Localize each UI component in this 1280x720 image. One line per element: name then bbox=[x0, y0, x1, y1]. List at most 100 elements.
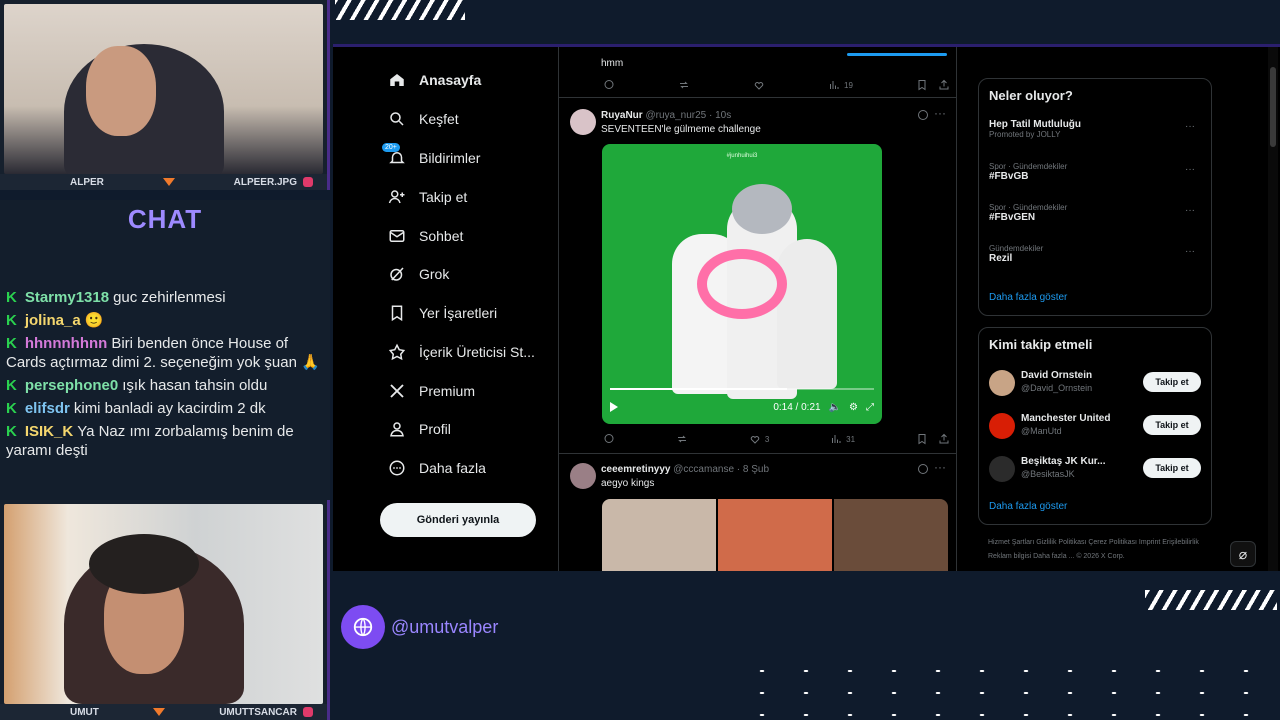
chart-icon bbox=[830, 81, 839, 89]
webcam-top-video bbox=[4, 4, 323, 179]
nav-label: Yer İşaretleri bbox=[419, 305, 498, 321]
more-icon[interactable]: ··· bbox=[1185, 164, 1195, 175]
repost-button[interactable] bbox=[676, 433, 688, 445]
views-button[interactable]: 19 bbox=[828, 79, 853, 91]
x-sidebar-nav: Anasayfa Keşfet 20+ Bildirimler Takip et Sohb… bbox=[333, 47, 558, 571]
tweet-author-handle[interactable]: @cccamanse · 8 Şub bbox=[673, 464, 769, 475]
nav-item-premium[interactable]: Premium bbox=[388, 382, 475, 400]
nav-label: Takip et bbox=[419, 189, 468, 205]
tweet-author-name[interactable]: ceeemretinyyy bbox=[601, 464, 671, 475]
timeline: hmm 19 RuyaNur @ruya_nur25 · 10s ··· SEV… bbox=[558, 47, 957, 571]
trend-item[interactable]: Spor · Gündemdekiler #FBvGEN ··· bbox=[989, 203, 1201, 223]
like-button[interactable] bbox=[753, 79, 765, 91]
share-icon[interactable] bbox=[938, 79, 950, 91]
trend-item[interactable]: Spor · Gündemdekiler #FBvGB ··· bbox=[989, 162, 1201, 182]
fullscreen-icon[interactable]: ⤢ bbox=[866, 402, 874, 413]
follow-button[interactable]: Takip et bbox=[1143, 458, 1201, 478]
more-icon[interactable]: ··· bbox=[1185, 205, 1195, 216]
grok-floating-icon[interactable]: ⌀ bbox=[1230, 541, 1256, 567]
chat-username: elifsdr bbox=[24, 400, 70, 417]
tweet-image[interactable] bbox=[834, 499, 948, 571]
follow-handle: @David_Ornstein bbox=[1021, 383, 1093, 393]
scrollbar-thumb[interactable] bbox=[1270, 67, 1276, 147]
views-button[interactable]: 31 bbox=[830, 433, 855, 445]
webcam-bottom-social: UMUTTSANCAR bbox=[219, 706, 297, 718]
video-time: 0:14 / 0:21 bbox=[773, 401, 821, 413]
nav-label: Sohbet bbox=[419, 228, 464, 244]
footer-links[interactable]: Hizmet Şartları Gizlilik Politikası Çere… bbox=[988, 536, 1212, 564]
grok-icon[interactable] bbox=[918, 110, 928, 120]
nav-item-i-erik-reticisi-st-[interactable]: İçerik Üreticisi St... bbox=[388, 343, 535, 361]
nav-item-grok[interactable]: Grok bbox=[388, 265, 449, 283]
follow-name[interactable]: Manchester United bbox=[1021, 413, 1110, 424]
nav-item-takip-et[interactable]: Takip et bbox=[388, 188, 467, 206]
bookmark-share bbox=[916, 79, 950, 91]
more-icon[interactable]: ··· bbox=[934, 106, 946, 120]
scrollbar[interactable] bbox=[1268, 47, 1278, 571]
follow-name[interactable]: Beşiktaş JK Kur... bbox=[1021, 456, 1105, 467]
nav-item-bildirimler[interactable]: 20+ Bildirimler bbox=[382, 143, 481, 167]
webcam-bottom-name: UMUT bbox=[70, 706, 99, 718]
tweet-image[interactable] bbox=[602, 499, 716, 571]
chat-username: jolina_a bbox=[24, 312, 81, 329]
bookmark-icon[interactable] bbox=[916, 433, 928, 445]
follow-title: Kimi takip etmeli bbox=[989, 337, 1093, 352]
profile-icon bbox=[388, 420, 406, 438]
reply-button[interactable] bbox=[603, 79, 615, 91]
x-browser-window: Anasayfa Keşfet 20+ Bildirimler Takip et Sohb… bbox=[333, 44, 1280, 571]
chat-text: 🙂 bbox=[84, 312, 104, 329]
creator-icon bbox=[388, 343, 406, 361]
more-icon[interactable]: ··· bbox=[1185, 121, 1195, 132]
follow-button[interactable]: Takip et bbox=[1143, 415, 1201, 435]
triangle-icon bbox=[162, 178, 175, 186]
nav-label: Bildirimler bbox=[419, 150, 481, 166]
nav-item-sohbet[interactable]: Sohbet bbox=[388, 227, 463, 245]
nav-item-profil[interactable]: Profil bbox=[388, 420, 451, 438]
nav-item-ke-fet[interactable]: Keşfet bbox=[388, 110, 459, 128]
nav-item-daha-fazla[interactable]: Daha fazla bbox=[388, 459, 486, 477]
repost-button[interactable] bbox=[678, 79, 690, 91]
more-icon[interactable]: ··· bbox=[934, 460, 946, 474]
bookmark-icon[interactable] bbox=[916, 79, 928, 91]
grok-icon[interactable] bbox=[918, 464, 928, 474]
badge-icon: K bbox=[6, 423, 17, 440]
share-icon[interactable] bbox=[938, 433, 950, 445]
play-icon[interactable] bbox=[610, 402, 618, 412]
streamer-face bbox=[86, 46, 156, 136]
tweet-video[interactable]: #junhuihui3 0:14 / 0:21 🔈 ⚙ ⤢ bbox=[602, 144, 882, 424]
tweet-image[interactable] bbox=[718, 499, 832, 571]
notification-badge: 20+ bbox=[382, 143, 400, 152]
tweet-author-handle[interactable]: @ruya_nur25 · 10s bbox=[645, 110, 731, 121]
follow-button[interactable]: Takip et bbox=[1143, 372, 1201, 392]
trend-promoted: Promoted by JOLLY bbox=[989, 130, 1061, 139]
follow-name[interactable]: David Ornstein bbox=[1021, 370, 1092, 381]
nav-label: Grok bbox=[419, 266, 450, 282]
tweet-author-name[interactable]: RuyaNur bbox=[601, 110, 643, 121]
tweet-image-grid[interactable] bbox=[602, 499, 948, 571]
like-button[interactable]: 3 bbox=[749, 433, 769, 445]
repost-icon bbox=[680, 81, 689, 89]
tweet-avatar[interactable] bbox=[570, 109, 596, 135]
search-icon bbox=[388, 110, 406, 128]
add-user-icon bbox=[388, 188, 406, 206]
more-icon[interactable]: ··· bbox=[1185, 246, 1195, 257]
show-more-follow[interactable]: Daha fazla göster bbox=[989, 501, 1067, 512]
trends-box: Neler oluyor? Hep Tatil Mutluluğu Promote… bbox=[978, 78, 1212, 316]
reply-button[interactable] bbox=[603, 433, 615, 445]
follow-avatar[interactable] bbox=[989, 456, 1015, 482]
follow-avatar[interactable] bbox=[989, 413, 1015, 439]
trend-item[interactable]: Gündemdekiler Rezil ··· bbox=[989, 244, 1201, 264]
post-button[interactable]: Gönderi yayınla bbox=[380, 503, 536, 537]
tweet-avatar[interactable] bbox=[570, 463, 596, 489]
chat-username: ISIK_K bbox=[24, 423, 74, 440]
settings-icon[interactable]: ⚙ bbox=[849, 402, 858, 413]
tweet-header: RuyaNur @ruya_nur25 · 10s bbox=[601, 110, 731, 121]
trend-topic: #FBvGEN bbox=[989, 212, 1036, 223]
follow-avatar[interactable] bbox=[989, 370, 1015, 396]
nav-item-yer-i-aretleri[interactable]: Yer İşaretleri bbox=[388, 304, 497, 322]
show-more-trends[interactable]: Daha fazla göster bbox=[989, 292, 1067, 303]
trend-item[interactable]: Hep Tatil Mutluluğu Promoted by JOLLY ··· bbox=[989, 119, 1201, 139]
volume-icon[interactable]: 🔈 bbox=[829, 402, 841, 413]
nav-item-anasayfa[interactable]: Anasayfa bbox=[388, 71, 481, 89]
prev-tweet-actions: 19 bbox=[603, 79, 950, 91]
